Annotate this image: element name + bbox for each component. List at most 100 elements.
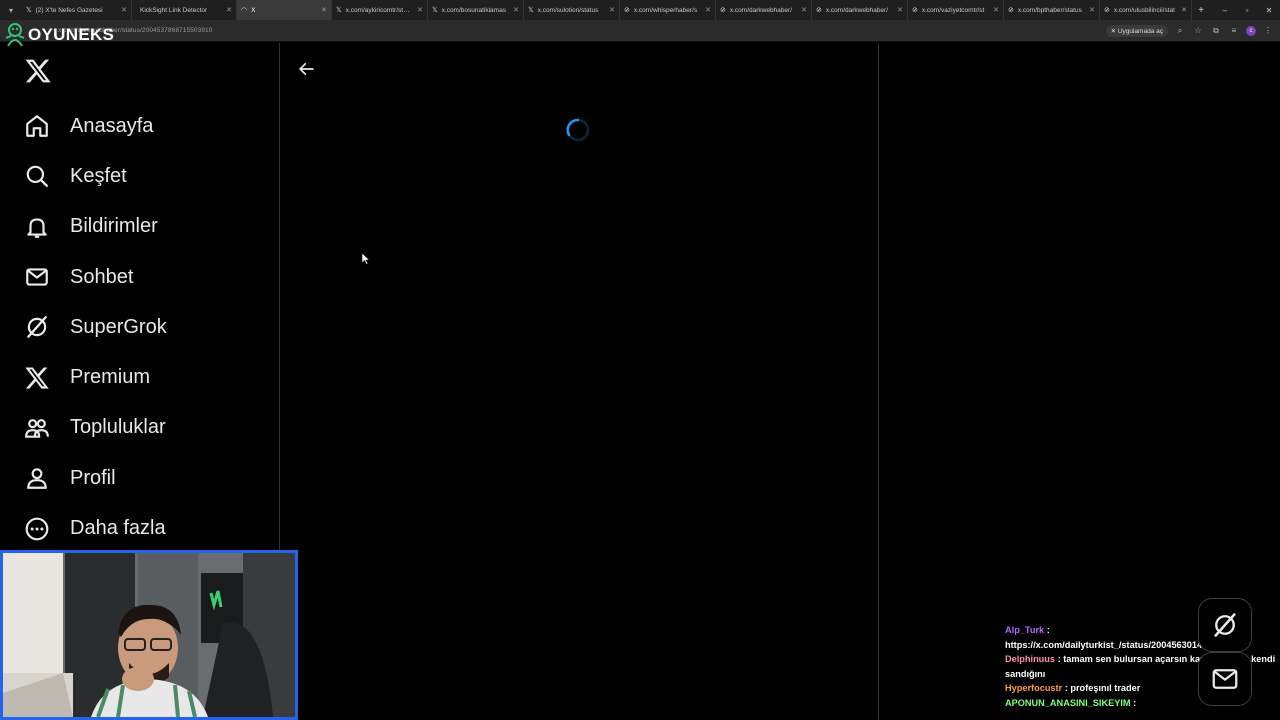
x-favicon-icon: 𝕏 xyxy=(528,7,534,14)
chat-username: Alp_Turk xyxy=(1005,625,1045,635)
browser-tab[interactable]: 𝕏x.com/bosunatiklamas ✕ xyxy=(428,0,524,20)
media-icon[interactable]: ≡ xyxy=(1228,26,1240,35)
tab-close-icon[interactable]: ✕ xyxy=(513,6,519,14)
close-window-icon[interactable]: ✕ xyxy=(1258,6,1280,15)
tab-close-icon[interactable]: ✕ xyxy=(226,6,232,14)
browser-menu-icon[interactable]: ⋮ xyxy=(1262,26,1274,35)
sidebar-item-label: Sohbet xyxy=(70,265,134,288)
people-icon xyxy=(24,415,50,441)
link-icon: ⊘ xyxy=(1008,7,1014,14)
home-icon xyxy=(24,113,50,139)
tab-close-icon[interactable]: ✕ xyxy=(1181,6,1187,14)
chat-separator: : xyxy=(1130,697,1137,708)
sidebar-item-label: Profil xyxy=(70,466,116,489)
browser-tab[interactable]: ⊘ x.com/bpthaber/status ✕ xyxy=(1004,0,1100,20)
open-in-app-button[interactable]: ✕ Uygulamada aç xyxy=(1105,24,1168,37)
sidebar-item-label: Premium xyxy=(70,366,151,389)
tab-close-icon[interactable]: ✕ xyxy=(897,6,903,14)
x-favicon-icon: 𝕏 xyxy=(336,7,342,14)
browser-tab[interactable]: ⊘ x.com/darkwebhaber/ ✕ xyxy=(812,0,908,20)
tab-close-icon[interactable]: ✕ xyxy=(321,6,327,14)
tab-close-icon[interactable]: ✕ xyxy=(417,6,423,14)
tab-close-icon[interactable]: ✕ xyxy=(609,6,615,14)
more-icon xyxy=(24,516,50,542)
sidebar-item-label: Anasayfa xyxy=(70,114,154,137)
content-divider xyxy=(878,43,879,720)
chat-username: APONUN_ANASINI_SIKEYIM xyxy=(1005,697,1131,708)
person-icon xyxy=(24,465,50,491)
tab-search-menu-icon[interactable]: ▾ xyxy=(0,0,22,20)
profile-avatar[interactable]: c xyxy=(1246,25,1256,36)
back-arrow-icon[interactable] xyxy=(296,59,316,79)
sidebar-item-bildirimler[interactable]: Bildirimler xyxy=(12,202,167,252)
tab-close-icon[interactable]: ✕ xyxy=(705,6,711,14)
tab-close-icon[interactable]: ✕ xyxy=(801,6,807,14)
browser-tab-label: x.com/darkwebhaber/ xyxy=(729,6,793,14)
browser-tab-label: x.com/vaziyetcomtr/st xyxy=(921,6,985,14)
sidebar-item-profil[interactable]: Profil xyxy=(12,453,167,503)
sidebar-item-sohbet[interactable]: Sohbet xyxy=(12,252,167,302)
browser-tab[interactable]: ⊘ x.com/vaziyetcomtr/st ✕ xyxy=(908,0,1004,20)
browser-tab-label: X xyxy=(251,6,256,14)
minimize-icon[interactable]: – xyxy=(1214,6,1236,15)
browser-tab[interactable]: ⊘ x.com/darkwebhaber/ ✕ xyxy=(716,0,812,20)
sidebar-nav: Anasayfa Keşfet Bildirimler Sohbet SuperGrok… xyxy=(12,101,167,554)
link-icon: ⊘ xyxy=(720,7,726,14)
browser-tab-label: x.com/bpthaber/status xyxy=(1017,6,1082,14)
x-favicon-icon: 𝕏 xyxy=(26,7,32,14)
sidebar-item-topluluklar[interactable]: Topluluklar xyxy=(12,403,167,453)
browser-tab[interactable]: ⊘ x.com/ulusbilincii/stat ✕ xyxy=(1100,0,1192,20)
extensions-icon[interactable]: ⧉ xyxy=(1210,26,1222,36)
browser-tab-bar: ▾ 𝕏 (2) X'te Nefes Gazetesi ✕ KickSight Lin… xyxy=(0,0,1280,20)
tab-loading-icon: ◠ xyxy=(241,7,248,14)
new-tab-button[interactable]: + xyxy=(1192,5,1210,16)
browser-tab[interactable]: ◠ X ✕ xyxy=(237,0,332,20)
chat-text: profeşınıl trader xyxy=(1070,683,1141,693)
logo-mascot-icon xyxy=(5,23,25,47)
bookmark-star-icon[interactable]: ☆ xyxy=(1192,26,1204,35)
sidebar-item-label: Bildirimler xyxy=(70,215,158,238)
bell-icon xyxy=(24,214,50,240)
sidebar-item-supergrok[interactable]: SuperGrok xyxy=(12,302,167,352)
restore-icon[interactable]: ▫ xyxy=(1236,6,1258,15)
link-icon: ⊘ xyxy=(1104,7,1110,14)
channel-logo: OYUNEKS xyxy=(4,22,114,48)
tab-close-icon[interactable]: ✕ xyxy=(993,6,999,14)
mail-icon xyxy=(1212,669,1238,689)
browser-tab-label: x.com/whisperhaber/s xyxy=(633,6,698,14)
sidebar-item-label: Daha fazla xyxy=(70,517,166,540)
messages-floating-button[interactable] xyxy=(1198,652,1252,706)
browser-tab[interactable]: 𝕏x.com/aykiricomtr/status ✕ xyxy=(332,0,428,20)
chat-separator: : xyxy=(1044,625,1050,635)
sidebar-item-anasayfa[interactable]: Anasayfa xyxy=(12,101,167,151)
sidebar-item-daha-fazla[interactable]: Daha fazla xyxy=(12,503,167,553)
logo-text: OYUNEKS xyxy=(28,25,115,44)
tab-close-icon[interactable]: ✕ xyxy=(121,6,127,14)
sidebar-item-premium[interactable]: Premium xyxy=(12,352,167,402)
loading-spinner-icon xyxy=(566,118,590,142)
browser-tab[interactable]: 𝕏x.com/sulotion/status ✕ xyxy=(524,0,620,20)
browser-tab[interactable]: ⊘ x.com/whisperhaber/s ✕ xyxy=(620,0,716,20)
grok-floating-button[interactable] xyxy=(1198,598,1252,652)
sidebar-item-label: Keşfet xyxy=(70,164,127,187)
browser-tab[interactable]: 𝕏 (2) X'te Nefes Gazetesi ✕ xyxy=(22,0,132,20)
chat-username: Hyperfocustr xyxy=(1005,683,1063,693)
zoom-icon[interactable]: ⌕ xyxy=(1174,26,1186,36)
browser-tab-label: x.com/darkwebhaber/ xyxy=(825,6,889,14)
mail-icon xyxy=(24,264,50,290)
browser-tab-label: (2) X'te Nefes Gazetesi xyxy=(35,6,103,14)
browser-tab-label: x.com/ulusbilincii/stat xyxy=(1113,6,1175,14)
address-bar: x.com/darkwebhaber/status/20045378687155… xyxy=(0,20,1280,42)
webcam-feed-image xyxy=(3,553,295,717)
mouse-cursor-icon xyxy=(362,253,370,265)
x-icon xyxy=(24,365,50,391)
tab-close-icon[interactable]: ✕ xyxy=(1089,6,1095,14)
chat-separator: : xyxy=(1055,654,1064,664)
browser-tab-label: KickSight Link Detector xyxy=(140,6,208,14)
x-logo-icon[interactable] xyxy=(24,57,52,85)
link-icon: ⊘ xyxy=(912,7,918,14)
sidebar-item-ke-fet[interactable]: Keşfet xyxy=(12,151,167,201)
browser-tab[interactable]: KickSight Link Detector ✕ xyxy=(132,0,237,20)
grok-icon xyxy=(24,314,50,340)
sidebar-item-label: SuperGrok xyxy=(70,315,167,338)
